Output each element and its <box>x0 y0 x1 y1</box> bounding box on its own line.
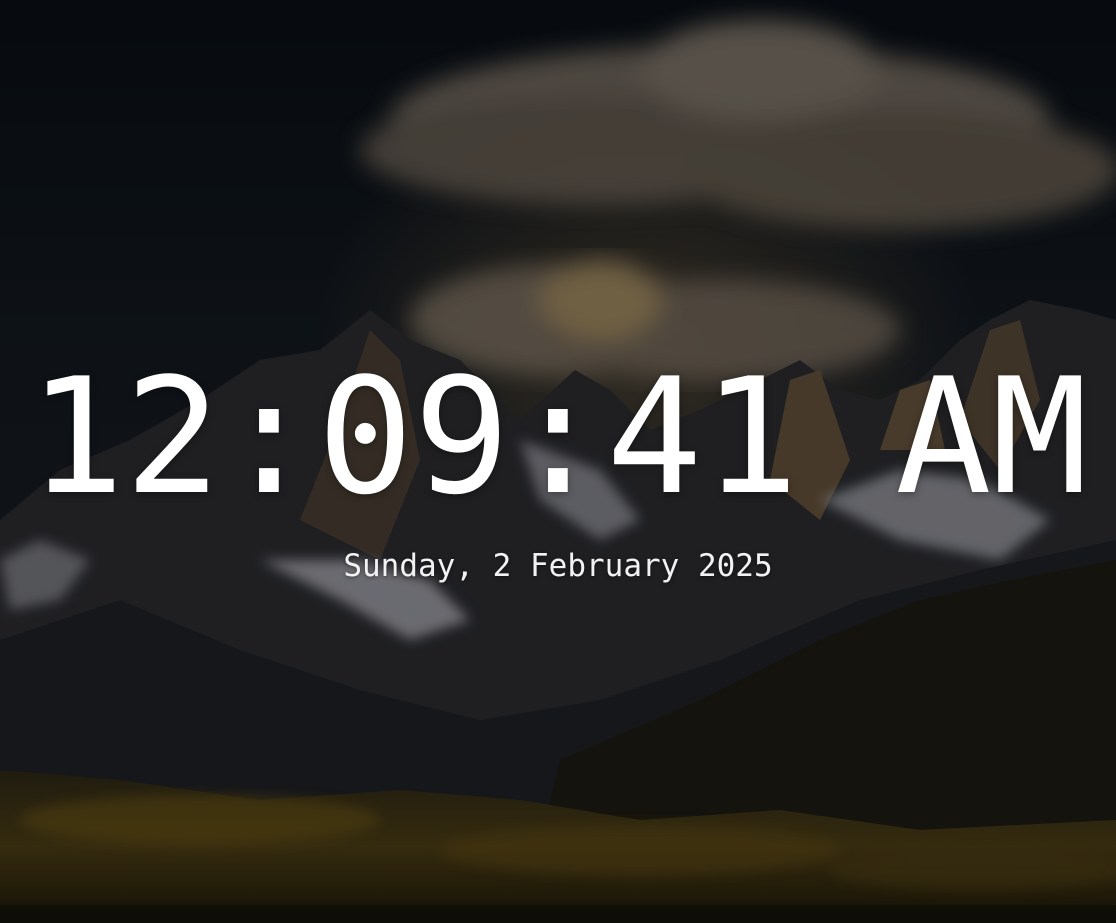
clock-screen: 12:09:41 AM Sunday, 2 February 2025 <box>0 0 1116 923</box>
clock-date: Sunday, 2 February 2025 <box>343 548 773 584</box>
clock-time: 12:09:41 AM <box>28 343 1088 530</box>
